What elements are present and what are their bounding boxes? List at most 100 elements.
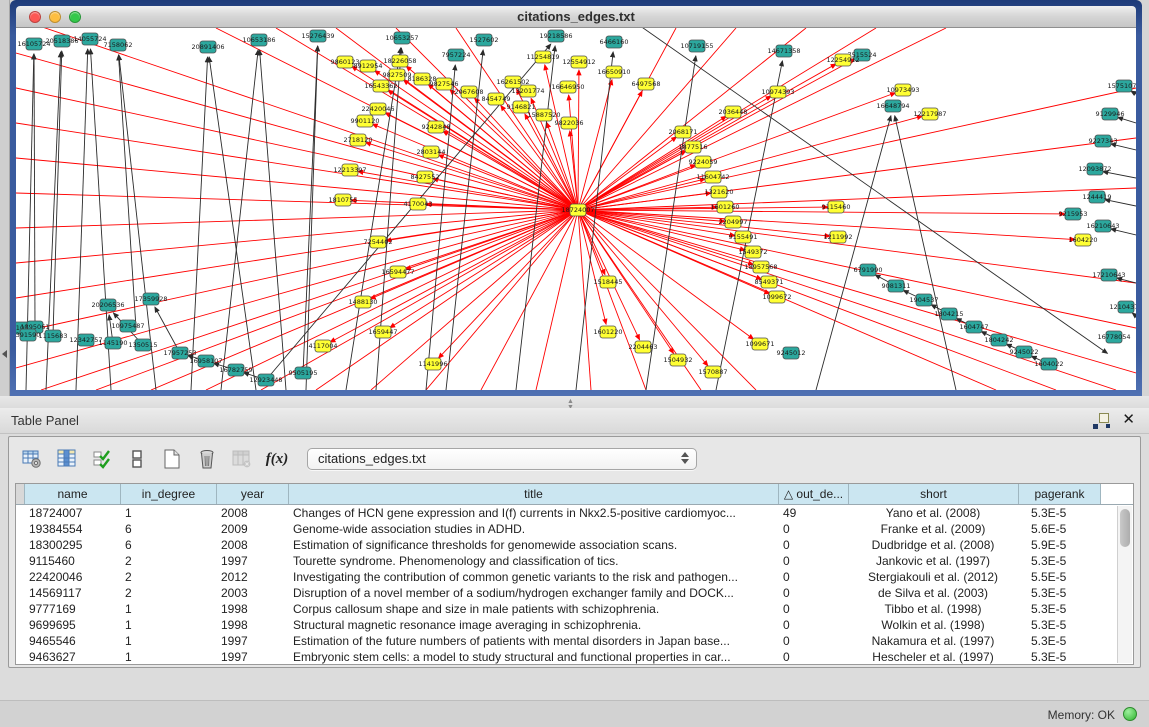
graph-node-label: 1099672 xyxy=(763,293,792,301)
column-header[interactable]: year xyxy=(216,484,288,504)
table-toolbar: f(x) citations_edges.txt xyxy=(13,441,1136,477)
graph-node-label: 1145190 xyxy=(99,339,128,347)
table-row[interactable]: 946362711997Embryonic stem cells: a mode… xyxy=(16,649,1133,665)
import-table-icon[interactable] xyxy=(229,446,255,472)
table-panel-body: f(x) citations_edges.txt namein_degreeye… xyxy=(8,436,1141,668)
graph-node-label: 391590 xyxy=(16,331,40,339)
graph-node-label: 12923448 xyxy=(249,376,282,384)
table-selector-dropdown[interactable]: citations_edges.txt xyxy=(307,448,697,470)
column-header[interactable]: △ out_de... xyxy=(778,484,848,504)
table-row[interactable]: 969969511998Structural magnetic resonanc… xyxy=(16,617,1133,633)
table-row[interactable]: 1938455462009Genome-wide association stu… xyxy=(16,521,1133,537)
graph-node-label: 1518445 xyxy=(594,278,623,286)
graph-node-label: 22420046 xyxy=(361,105,394,113)
graph-node-label: 19218586 xyxy=(539,32,572,40)
graph-node-label: 8427552 xyxy=(411,173,440,181)
graph-node-label: 17359928 xyxy=(134,295,167,303)
table-row[interactable]: 1456911722003Disruption of a novel membe… xyxy=(16,585,1133,601)
table-settings-icon[interactable] xyxy=(19,446,45,472)
graph-node-label: 1570887 xyxy=(699,368,728,376)
table-panel-header: Table Panel ✕ xyxy=(0,408,1149,434)
graph-node-label: 8912954 xyxy=(354,62,383,70)
graph-node-label: 10653186 xyxy=(242,36,275,44)
graph-node-label: 1488130 xyxy=(349,298,378,306)
column-header[interactable]: in_degree xyxy=(120,484,216,504)
graph-node-label: 12213397 xyxy=(333,166,366,174)
graph-node-label: 16778054 xyxy=(1097,333,1130,341)
graph-node-label: 12093872 xyxy=(1078,165,1111,173)
expand-panel-arrow-icon[interactable] xyxy=(2,350,7,358)
network-window: citations_edges.txt 16105724205183861405… xyxy=(10,0,1142,396)
close-panel-icon[interactable]: ✕ xyxy=(1122,411,1135,429)
float-panel-icon[interactable] xyxy=(1093,413,1109,429)
graph-node-label: 1549372 xyxy=(739,248,768,256)
column-header[interactable]: title xyxy=(288,484,778,504)
graph-node-label: 9901120 xyxy=(351,117,380,125)
column-header[interactable]: name xyxy=(24,484,120,504)
graph-node-label: 1504932 xyxy=(664,356,693,364)
graph-node-label: 10975487 xyxy=(111,322,144,330)
graph-node-label: 9115460 xyxy=(822,203,851,211)
graph-node-label: 10974393 xyxy=(761,88,794,96)
delete-trash-icon[interactable] xyxy=(194,446,220,472)
graph-node-label: 1604747 xyxy=(960,323,989,331)
graph-node-label: 16958107 xyxy=(189,357,222,365)
graph-node-label: 7158062 xyxy=(104,41,133,49)
select-columns-icon[interactable] xyxy=(89,446,115,472)
graph-node-label: 2067608 xyxy=(455,88,484,96)
graph-node-label: 17957253 xyxy=(163,349,196,357)
graph-node-label: 6791990 xyxy=(854,266,883,274)
graph-node-label: 12217987 xyxy=(913,110,946,118)
graph-node-label: 1211992 xyxy=(824,233,853,241)
graph-node-label: 12104377 xyxy=(1109,303,1136,311)
horizontal-splitter[interactable]: ▲▼ xyxy=(0,396,1149,408)
graph-node-label: 9224059 xyxy=(689,158,718,166)
graph-node-label: 4117004 xyxy=(309,342,338,350)
table-row[interactable]: 1830029562008Estimation of significance … xyxy=(16,537,1133,553)
graph-node-label: 1604022 xyxy=(1035,360,1064,368)
graph-node-label: 18957568 xyxy=(744,263,777,271)
table-row[interactable]: 2242004622012Investigating the contribut… xyxy=(16,569,1133,585)
table-row[interactable]: 1872400712008Changes of HCN gene express… xyxy=(16,505,1133,521)
table-row[interactable]: 977716911998Corpus callosum shape and si… xyxy=(16,601,1133,617)
graph-node-label: 15751074 xyxy=(1107,82,1136,90)
graph-node-label: 1141996 xyxy=(419,360,448,368)
graph-node-label: 10653257 xyxy=(385,34,418,42)
table-panel: Table Panel ✕ xyxy=(0,408,1149,700)
graph-node-label: 7254402 xyxy=(364,238,393,246)
graph-node-label: 9242848 xyxy=(422,123,451,131)
network-graph-svg[interactable]: 1610572420518386140557247158062208914061… xyxy=(16,28,1136,390)
table-body: 1872400712008Changes of HCN gene express… xyxy=(16,505,1133,665)
table-row[interactable]: 911546021997Tourette syndrome. Phenomeno… xyxy=(16,553,1133,569)
graph-node-label: 16782759 xyxy=(219,366,252,374)
graph-node-label: 1604220 xyxy=(1069,236,1098,244)
graph-node-label: 9245012 xyxy=(777,349,806,357)
row-height-icon[interactable] xyxy=(124,446,150,472)
column-header[interactable]: short xyxy=(848,484,1018,504)
graph-node-label: 6466160 xyxy=(600,38,629,46)
graph-node-label: 6497568 xyxy=(632,80,661,88)
graph-node-label: 12254912 xyxy=(826,56,859,64)
graph-node-label: 15276439 xyxy=(301,32,334,40)
network-window-title: citations_edges.txt xyxy=(16,9,1136,24)
table-row[interactable]: 946554611997Estimation of the future num… xyxy=(16,633,1133,649)
network-canvas[interactable]: 1610572420518386140557247158062208914061… xyxy=(16,28,1136,390)
graph-node-label: 2036448 xyxy=(719,108,748,116)
show-columns-icon[interactable] xyxy=(54,446,80,472)
graph-node-label: 1601260 xyxy=(711,203,740,211)
graph-node-label: 1527602 xyxy=(470,36,499,44)
graph-node-label: 1321620 xyxy=(705,188,734,196)
column-header[interactable]: pagerank xyxy=(1018,484,1100,504)
graph-node-label: 11254819 xyxy=(526,53,559,61)
new-table-icon[interactable] xyxy=(159,446,185,472)
network-window-titlebar[interactable]: citations_edges.txt xyxy=(16,6,1136,28)
vertical-scrollbar[interactable] xyxy=(1117,506,1132,663)
graph-node-label: 9129946 xyxy=(1096,110,1125,118)
graph-node-label: 8549371 xyxy=(755,278,784,286)
graph-node-label: 16543362 xyxy=(364,82,397,90)
collapsed-panel-strip[interactable] xyxy=(0,0,10,396)
function-builder-icon[interactable]: f(x) xyxy=(264,446,290,472)
scrollbar-thumb[interactable] xyxy=(1120,509,1130,547)
graph-node-label: 8454749 xyxy=(482,95,511,103)
memory-status-indicator[interactable] xyxy=(1123,707,1137,721)
